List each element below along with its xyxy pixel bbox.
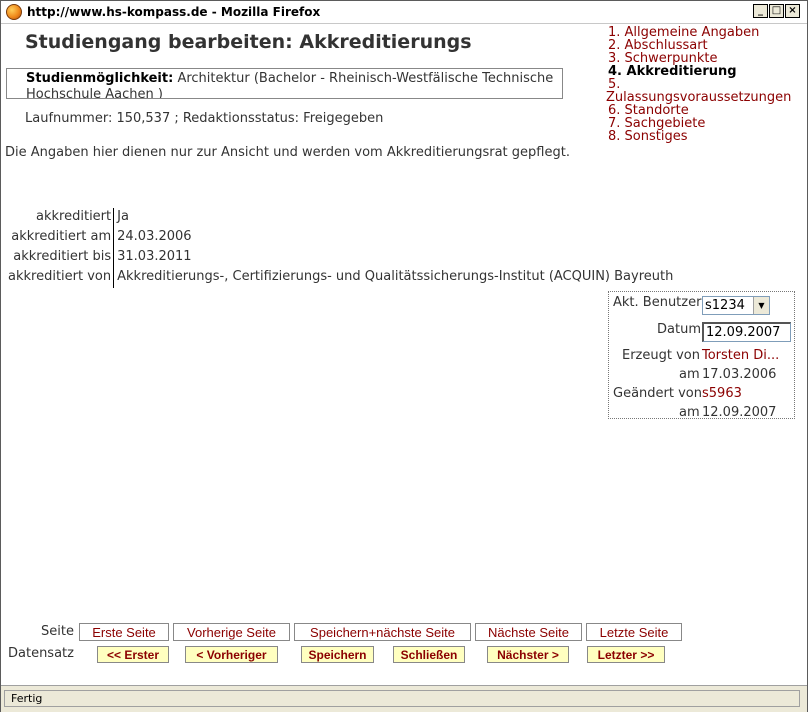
benutzer-select-value: s1234 xyxy=(705,298,745,313)
title-bar: http://www.hs-kompass.de - Mozilla Firef… xyxy=(1,1,807,24)
speichern-naechste-seite-button[interactable]: Speichern+nächste Seite xyxy=(294,623,471,641)
akkreditiert-bis-label: akkreditiert bis xyxy=(5,248,115,268)
geaendert-am-value: 12.09.2007 xyxy=(702,405,777,420)
vorheriger-button[interactable]: < Vorheriger xyxy=(185,646,278,663)
akkreditierung-table: akkreditiert Ja akkreditiert am 24.03.20… xyxy=(5,208,676,288)
datum-input-value: 12.09.2007 xyxy=(706,325,781,340)
geaendert-von-link[interactable]: s5963 xyxy=(702,386,742,401)
info-text: Die Angaben hier dienen nur zur Ansicht … xyxy=(5,145,570,160)
status-text: Fertig xyxy=(4,690,800,707)
schliessen-button[interactable]: Schließen xyxy=(393,646,465,663)
seite-label: Seite xyxy=(41,624,74,639)
laufnummer-status: Laufnummer: 150,537 ; Redaktionsstatus: … xyxy=(25,111,384,126)
table-row: akkreditiert Ja xyxy=(5,208,676,228)
user-info-box: Akt. Benutzer s1234 ▼ Datum 12.09.2007 E… xyxy=(608,291,795,420)
page-title: Studiengang bearbeiten: Akkreditierungs xyxy=(25,31,472,53)
geaendert-am-label: am xyxy=(679,405,700,420)
datensatz-label: Datensatz xyxy=(8,646,74,661)
akkreditiert-bis-value: 31.03.2011 xyxy=(117,249,192,264)
close-button[interactable]: × xyxy=(785,4,800,18)
table-row: akkreditiert von Akkreditierungs-, Certi… xyxy=(5,268,676,288)
letzter-button[interactable]: Letzter >> xyxy=(587,646,665,663)
letzte-seite-button[interactable]: Letzte Seite xyxy=(586,623,682,641)
erzeugt-am-label: am xyxy=(679,367,700,382)
firefox-logo-icon xyxy=(6,4,22,20)
datum-label: Datum xyxy=(657,322,701,337)
vorherige-seite-button[interactable]: Vorherige Seite xyxy=(173,623,290,641)
akkreditiert-am-value: 24.03.2006 xyxy=(117,229,192,244)
benutzer-label: Akt. Benutzer xyxy=(613,295,702,310)
akkreditiert-label: akkreditiert xyxy=(5,208,115,228)
erster-button[interactable]: << Erster xyxy=(97,646,169,663)
studienmoeglichkeit-box: Studienmöglichkeit: Architektur (Bachelo… xyxy=(6,68,563,99)
window-title: http://www.hs-kompass.de - Mozilla Firef… xyxy=(27,5,321,19)
naechste-seite-button[interactable]: Nächste Seite xyxy=(475,623,582,641)
speichern-button[interactable]: Speichern xyxy=(301,646,374,663)
akkreditiert-am-label: akkreditiert am xyxy=(5,228,115,248)
akkreditiert-value: Ja xyxy=(117,209,129,224)
erzeugt-von-link[interactable]: Torsten Di... xyxy=(702,348,779,363)
benutzer-select[interactable]: s1234 ▼ xyxy=(702,296,770,315)
datum-input[interactable]: 12.09.2007 xyxy=(702,322,791,342)
maximize-button[interactable]: □ xyxy=(769,4,784,18)
chevron-down-icon[interactable]: ▼ xyxy=(753,297,769,314)
nav-sonstiges[interactable]: 8. Sonstiges xyxy=(608,130,803,143)
nav-akkreditierung-current: 4. Akkreditierung xyxy=(608,64,737,79)
page-content: Studiengang bearbeiten: Akkreditierungs … xyxy=(1,24,807,684)
akkreditiert-von-value: Akkreditierungs-, Certifizierungs- und Q… xyxy=(117,269,674,284)
browser-window: http://www.hs-kompass.de - Mozilla Firef… xyxy=(0,0,808,712)
erzeugt-von-label: Erzeugt von xyxy=(622,348,700,363)
erzeugt-am-value: 17.03.2006 xyxy=(702,367,777,382)
geaendert-von-label: Geändert von xyxy=(613,386,702,401)
naechster-button[interactable]: Nächster > xyxy=(487,646,569,663)
studienmoeglichkeit-label: Studienmöglichkeit: xyxy=(26,71,174,86)
status-bar: Fertig xyxy=(1,685,807,712)
table-row: akkreditiert bis 31.03.2011 xyxy=(5,248,676,268)
erste-seite-button[interactable]: Erste Seite xyxy=(79,623,169,641)
minimize-button[interactable]: _ xyxy=(753,4,768,18)
section-nav: 1. Allgemeine Angaben 2. Abschlussart 3.… xyxy=(606,26,803,143)
akkreditiert-von-label: akkreditiert von xyxy=(5,268,115,288)
table-row: akkreditiert am 24.03.2006 xyxy=(5,228,676,248)
